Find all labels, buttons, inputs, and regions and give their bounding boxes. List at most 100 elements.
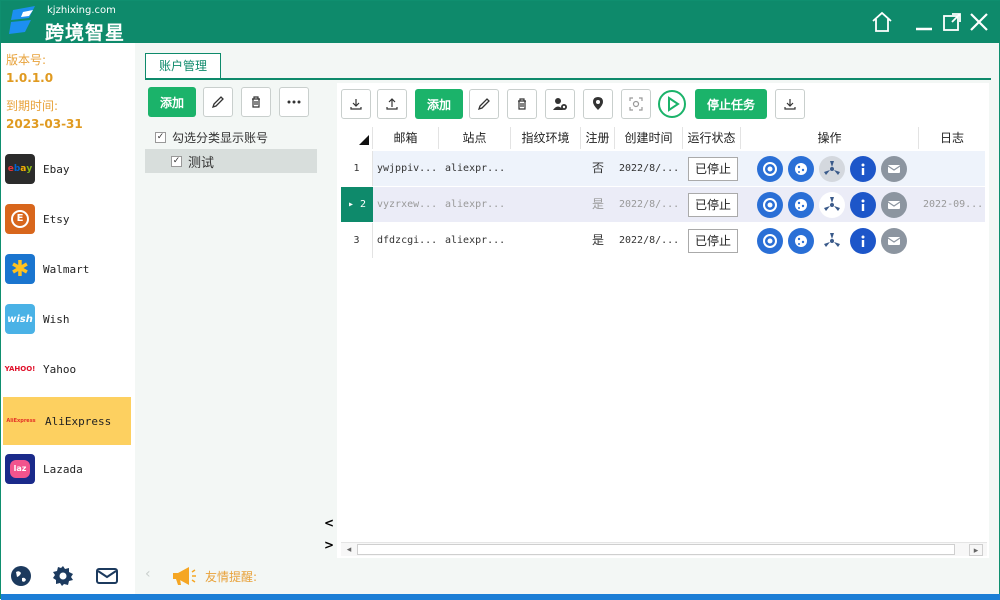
download-button[interactable] [775,89,805,119]
wish-logo-icon: wish [5,304,35,334]
chrome-icon[interactable] [757,192,783,218]
platform-ebay[interactable]: ebay Ebay [3,145,131,193]
fingerprint-cell [511,151,581,186]
location-button[interactable] [583,89,613,119]
category-add-button[interactable]: 添加 [148,87,196,117]
select-all-corner[interactable] [341,127,373,149]
collapse-left-icon[interactable]: < [321,515,337,531]
app-brand: 跨境智星 [45,22,126,44]
status-button[interactable]: 已停止 [688,157,738,181]
registered-cell: 是 [591,233,604,247]
category-delete-button[interactable] [241,87,271,117]
fan-icon[interactable] [819,228,845,254]
account-add-button[interactable]: 添加 [415,89,463,119]
column-header[interactable]: 注册 [581,127,615,149]
table-header: 邮箱 站点 指纹环境 注册 创建时间 运行状态 操作 日志 [341,127,985,149]
created-cell: 2022/8/... [619,199,680,210]
platform-wish[interactable]: wish Wish [3,295,131,343]
message-icon[interactable] [881,156,907,182]
main-content: 账户管理 添加 ✓ 勾选分类显示账号 ✓ 测试 < > 添加 停止任务 邮箱 站… [135,43,999,558]
info-icon[interactable] [850,228,876,254]
message-icon[interactable] [881,192,907,218]
sidebar-bottom-bar [1,558,135,594]
restore-icon[interactable] [939,9,965,35]
category-edit-button[interactable] [203,87,233,117]
home-icon[interactable] [869,9,895,35]
row-number: 1 [341,151,373,186]
column-header[interactable]: 操作 [741,127,919,149]
platform-label: Walmart [43,262,90,276]
email-cell: dfdzcgi... [377,235,438,246]
platform-yahoo[interactable]: YAHOO! Yahoo [3,345,131,393]
status-button[interactable]: 已停止 [688,229,738,253]
stop-task-button[interactable]: 停止任务 [695,89,767,119]
fan-icon[interactable] [819,156,845,182]
column-header[interactable]: 运行状态 [683,127,741,149]
user-gear-icon [553,98,567,110]
cookie-icon[interactable] [788,228,814,254]
category-more-button[interactable] [279,87,309,117]
scroll-thumb[interactable] [357,544,955,555]
user-settings-button[interactable] [545,89,575,119]
close-icon[interactable] [966,9,992,35]
account-delete-button[interactable] [507,89,537,119]
account-edit-button[interactable] [469,89,499,119]
start-task-button[interactable] [657,89,687,119]
chevron-left-icon[interactable]: ‹ [145,566,151,582]
gear-icon[interactable] [51,564,75,588]
pane-splitter[interactable] [319,83,337,558]
tab-account-management[interactable]: 账户管理 [145,53,221,79]
scroll-right-icon[interactable]: ▸ [969,544,983,556]
status-button[interactable]: 已停止 [688,193,738,217]
export-button[interactable] [377,89,407,119]
created-cell: 2022/8/... [619,235,680,246]
platform-aliexpress[interactable]: AliExpress AliExpress [3,397,131,445]
fan-icon[interactable] [819,192,845,218]
notice-label: 友情提醒: [205,570,258,584]
import-button[interactable] [341,89,371,119]
location-pin-icon [593,97,603,110]
sidebar: 版本号: 1.0.1.0 到期时间: 2023-03-31 ebay Ebay … [1,43,135,558]
column-header[interactable]: 创建时间 [615,127,683,149]
site-cell: aliexpr... [445,199,506,210]
table-row[interactable]: ▸ 2 vyzrxew... aliexpr... 是 2022/8/... 已… [341,187,985,222]
table-row[interactable]: 3 dfdzcgi... aliexpr... 是 2022/8/... 已停止 [341,223,985,258]
registered-cell: 是 [591,197,604,211]
download-icon [784,99,796,110]
checkbox-icon[interactable]: ✓ [171,155,182,167]
megaphone-icon [171,566,197,589]
globe-icon[interactable] [9,564,33,588]
more-icon [287,100,301,104]
footer: ‹ 友情提醒: [135,558,999,594]
mail-icon[interactable] [95,564,119,588]
email-cell: ywjppiv... [377,163,438,174]
cookie-icon[interactable] [788,156,814,182]
minimize-icon[interactable] [911,9,937,35]
platform-label: Wish [43,312,70,326]
chrome-icon[interactable] [757,228,783,254]
cookie-icon[interactable] [788,192,814,218]
created-cell: 2022/8/... [619,163,680,174]
table-row[interactable]: 1 ywjppiv... aliexpr... 否 2022/8/... 已停止 [341,151,985,186]
info-icon[interactable] [850,156,876,182]
info-icon[interactable] [850,192,876,218]
message-icon[interactable] [881,228,907,254]
platform-lazada[interactable]: laz Lazada [3,445,131,493]
horizontal-scrollbar[interactable]: ◂ ▸ [341,542,987,556]
tree-child-item[interactable]: ✓ 测试 [145,149,317,173]
aliexpress-logo-icon: AliExpress [6,418,36,424]
checkbox-icon[interactable]: ✓ [155,131,166,143]
tree-root-item[interactable]: ✓ 勾选分类显示账号 [155,128,268,146]
column-header[interactable]: 日志 [919,127,985,149]
column-header[interactable]: 指纹环境 [511,127,581,149]
platform-etsy[interactable]: E Etsy [3,195,131,243]
column-header[interactable]: 站点 [439,127,511,149]
platform-walmart[interactable]: ✱ Walmart [3,245,131,293]
expand-right-icon[interactable]: > [321,537,337,553]
scroll-left-icon[interactable]: ◂ [343,544,355,556]
column-header[interactable]: 邮箱 [373,127,439,149]
screenshot-button[interactable] [621,89,651,119]
walmart-logo-icon: ✱ [5,254,35,284]
chrome-icon[interactable] [757,156,783,182]
tab-underline [145,78,991,80]
